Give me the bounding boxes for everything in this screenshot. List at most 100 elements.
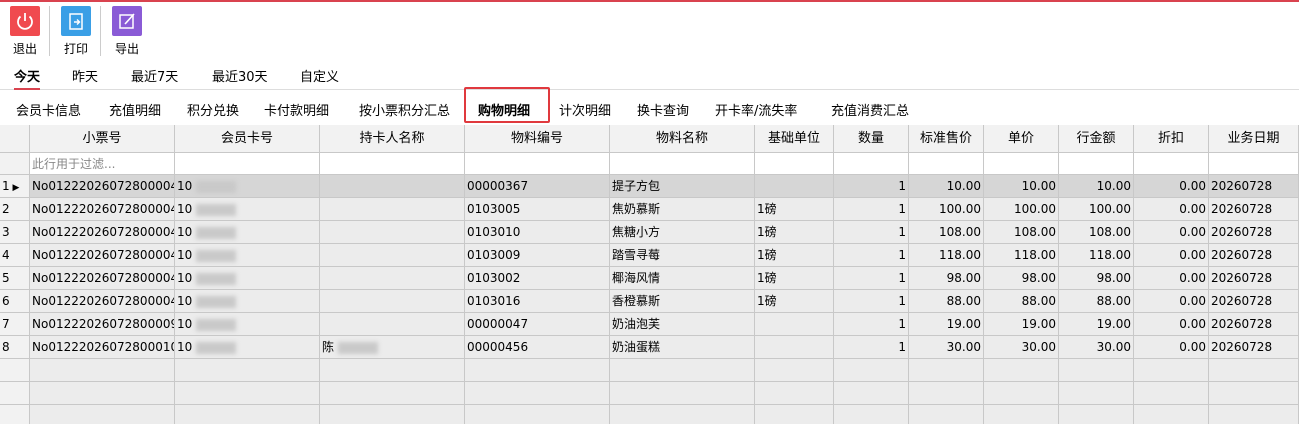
quantity-cell[interactable]: 1 (834, 244, 909, 267)
print-button[interactable]: 打印 (56, 6, 96, 56)
cardholder-name-cell[interactable]: 陈 (320, 336, 465, 359)
filter-input[interactable] (755, 153, 834, 175)
empty-cell[interactable] (320, 382, 465, 405)
base-unit-cell[interactable]: 1磅 (755, 221, 834, 244)
ticket-number-cell[interactable]: No01222026072800009 (30, 313, 175, 336)
cardholder-name-cell[interactable] (320, 313, 465, 336)
empty-cell[interactable] (175, 359, 320, 382)
unit-price-cell[interactable]: 108.00 (984, 221, 1059, 244)
base-unit-cell[interactable] (755, 313, 834, 336)
filter-input[interactable] (175, 153, 320, 175)
empty-cell[interactable] (610, 359, 755, 382)
material-code-cell[interactable]: 0103010 (465, 221, 610, 244)
cardholder-name-cell[interactable] (320, 290, 465, 313)
discount-cell[interactable]: 0.00 (1134, 244, 1209, 267)
filter-input[interactable] (465, 153, 610, 175)
base-unit-cell[interactable]: 1磅 (755, 198, 834, 221)
discount-cell[interactable]: 0.00 (1134, 175, 1209, 198)
data-grid[interactable]: 小票号 会员卡号 持卡人名称 物料编号 物料名称 基础单位 数量 标准售价 单价… (0, 125, 1299, 424)
card-number-cell[interactable]: 10 (175, 267, 320, 290)
ticket-number-cell[interactable]: No01222026072800004 (30, 221, 175, 244)
material-name-cell[interactable]: 香橙慕斯 (610, 290, 755, 313)
column-header[interactable]: 折扣 (1134, 125, 1209, 153)
column-header[interactable]: 小票号 (30, 125, 175, 153)
card-number-cell[interactable]: 10 (175, 313, 320, 336)
row-number-cell[interactable]: 2 (0, 198, 30, 221)
standard-price-cell[interactable]: 88.00 (909, 290, 984, 313)
filter-input[interactable] (1059, 153, 1134, 175)
tab-card-replacement[interactable]: 换卡查询 (637, 100, 689, 119)
empty-cell[interactable] (909, 359, 984, 382)
card-number-cell[interactable]: 10 (175, 198, 320, 221)
tab-open-churn-rate[interactable]: 开卡率/流失率 (715, 100, 797, 119)
empty-cell[interactable] (834, 382, 909, 405)
ticket-number-cell[interactable]: No01222026072800004 (30, 267, 175, 290)
material-name-cell[interactable]: 奶油泡芙 (610, 313, 755, 336)
empty-cell[interactable] (30, 405, 175, 424)
tab-last-7-days[interactable]: 最近7天 (131, 66, 178, 85)
empty-cell[interactable] (465, 359, 610, 382)
tab-recharge-detail[interactable]: 充值明细 (109, 100, 161, 119)
empty-cell[interactable] (0, 405, 30, 424)
empty-cell[interactable] (1059, 405, 1134, 424)
empty-cell[interactable] (1134, 359, 1209, 382)
material-name-cell[interactable]: 奶油蛋糕 (610, 336, 755, 359)
line-amount-cell[interactable]: 19.00 (1059, 313, 1134, 336)
filter-input[interactable] (834, 153, 909, 175)
ticket-number-cell[interactable]: No01222026072800004 (30, 175, 175, 198)
line-amount-cell[interactable]: 118.00 (1059, 244, 1134, 267)
base-unit-cell[interactable]: 1磅 (755, 290, 834, 313)
row-number-cell[interactable]: 5 (0, 267, 30, 290)
filter-input[interactable] (984, 153, 1059, 175)
empty-cell[interactable] (755, 359, 834, 382)
tab-yesterday[interactable]: 昨天 (72, 66, 98, 85)
tab-points-exchange[interactable]: 积分兑换 (187, 100, 239, 119)
empty-cell[interactable] (465, 382, 610, 405)
standard-price-cell[interactable]: 30.00 (909, 336, 984, 359)
empty-cell[interactable] (755, 382, 834, 405)
filter-input[interactable] (610, 153, 755, 175)
empty-cell[interactable] (465, 405, 610, 424)
column-header[interactable]: 单价 (984, 125, 1059, 153)
empty-cell[interactable] (610, 405, 755, 424)
empty-cell[interactable] (1134, 382, 1209, 405)
line-amount-cell[interactable]: 108.00 (1059, 221, 1134, 244)
row-number-cell[interactable]: 8 (0, 336, 30, 359)
cardholder-name-cell[interactable] (320, 198, 465, 221)
row-number-cell[interactable]: 7 (0, 313, 30, 336)
empty-cell[interactable] (1209, 382, 1299, 405)
standard-price-cell[interactable]: 118.00 (909, 244, 984, 267)
cardholder-name-cell[interactable] (320, 267, 465, 290)
column-header[interactable]: 持卡人名称 (320, 125, 465, 153)
cardholder-name-cell[interactable] (320, 244, 465, 267)
tab-card-payment-detail[interactable]: 卡付款明细 (264, 100, 329, 119)
empty-cell[interactable] (984, 382, 1059, 405)
material-name-cell[interactable]: 焦奶慕斯 (610, 198, 755, 221)
filter-input[interactable] (909, 153, 984, 175)
base-unit-cell[interactable]: 1磅 (755, 267, 834, 290)
tab-last-30-days[interactable]: 最近30天 (212, 66, 268, 85)
empty-cell[interactable] (1134, 405, 1209, 424)
material-code-cell[interactable]: 0103005 (465, 198, 610, 221)
line-amount-cell[interactable]: 98.00 (1059, 267, 1134, 290)
empty-cell[interactable] (834, 405, 909, 424)
row-number-cell[interactable]: 6 (0, 290, 30, 313)
column-header[interactable]: 物料编号 (465, 125, 610, 153)
card-number-cell[interactable]: 10 (175, 244, 320, 267)
quantity-cell[interactable]: 1 (834, 313, 909, 336)
filter-input[interactable] (1134, 153, 1209, 175)
filter-input[interactable] (1209, 153, 1299, 175)
business-date-cell[interactable]: 20260728 (1209, 221, 1299, 244)
line-amount-cell[interactable]: 88.00 (1059, 290, 1134, 313)
standard-price-cell[interactable]: 98.00 (909, 267, 984, 290)
line-amount-cell[interactable]: 100.00 (1059, 198, 1134, 221)
unit-price-cell[interactable]: 19.00 (984, 313, 1059, 336)
ticket-number-cell[interactable]: No01222026072800004 (30, 198, 175, 221)
column-header[interactable]: 物料名称 (610, 125, 755, 153)
business-date-cell[interactable]: 20260728 (1209, 290, 1299, 313)
cardholder-name-cell[interactable] (320, 221, 465, 244)
tab-today[interactable]: 今天 (14, 66, 41, 90)
quantity-cell[interactable]: 1 (834, 175, 909, 198)
column-header[interactable]: 标准售价 (909, 125, 984, 153)
card-number-cell[interactable]: 10 (175, 336, 320, 359)
